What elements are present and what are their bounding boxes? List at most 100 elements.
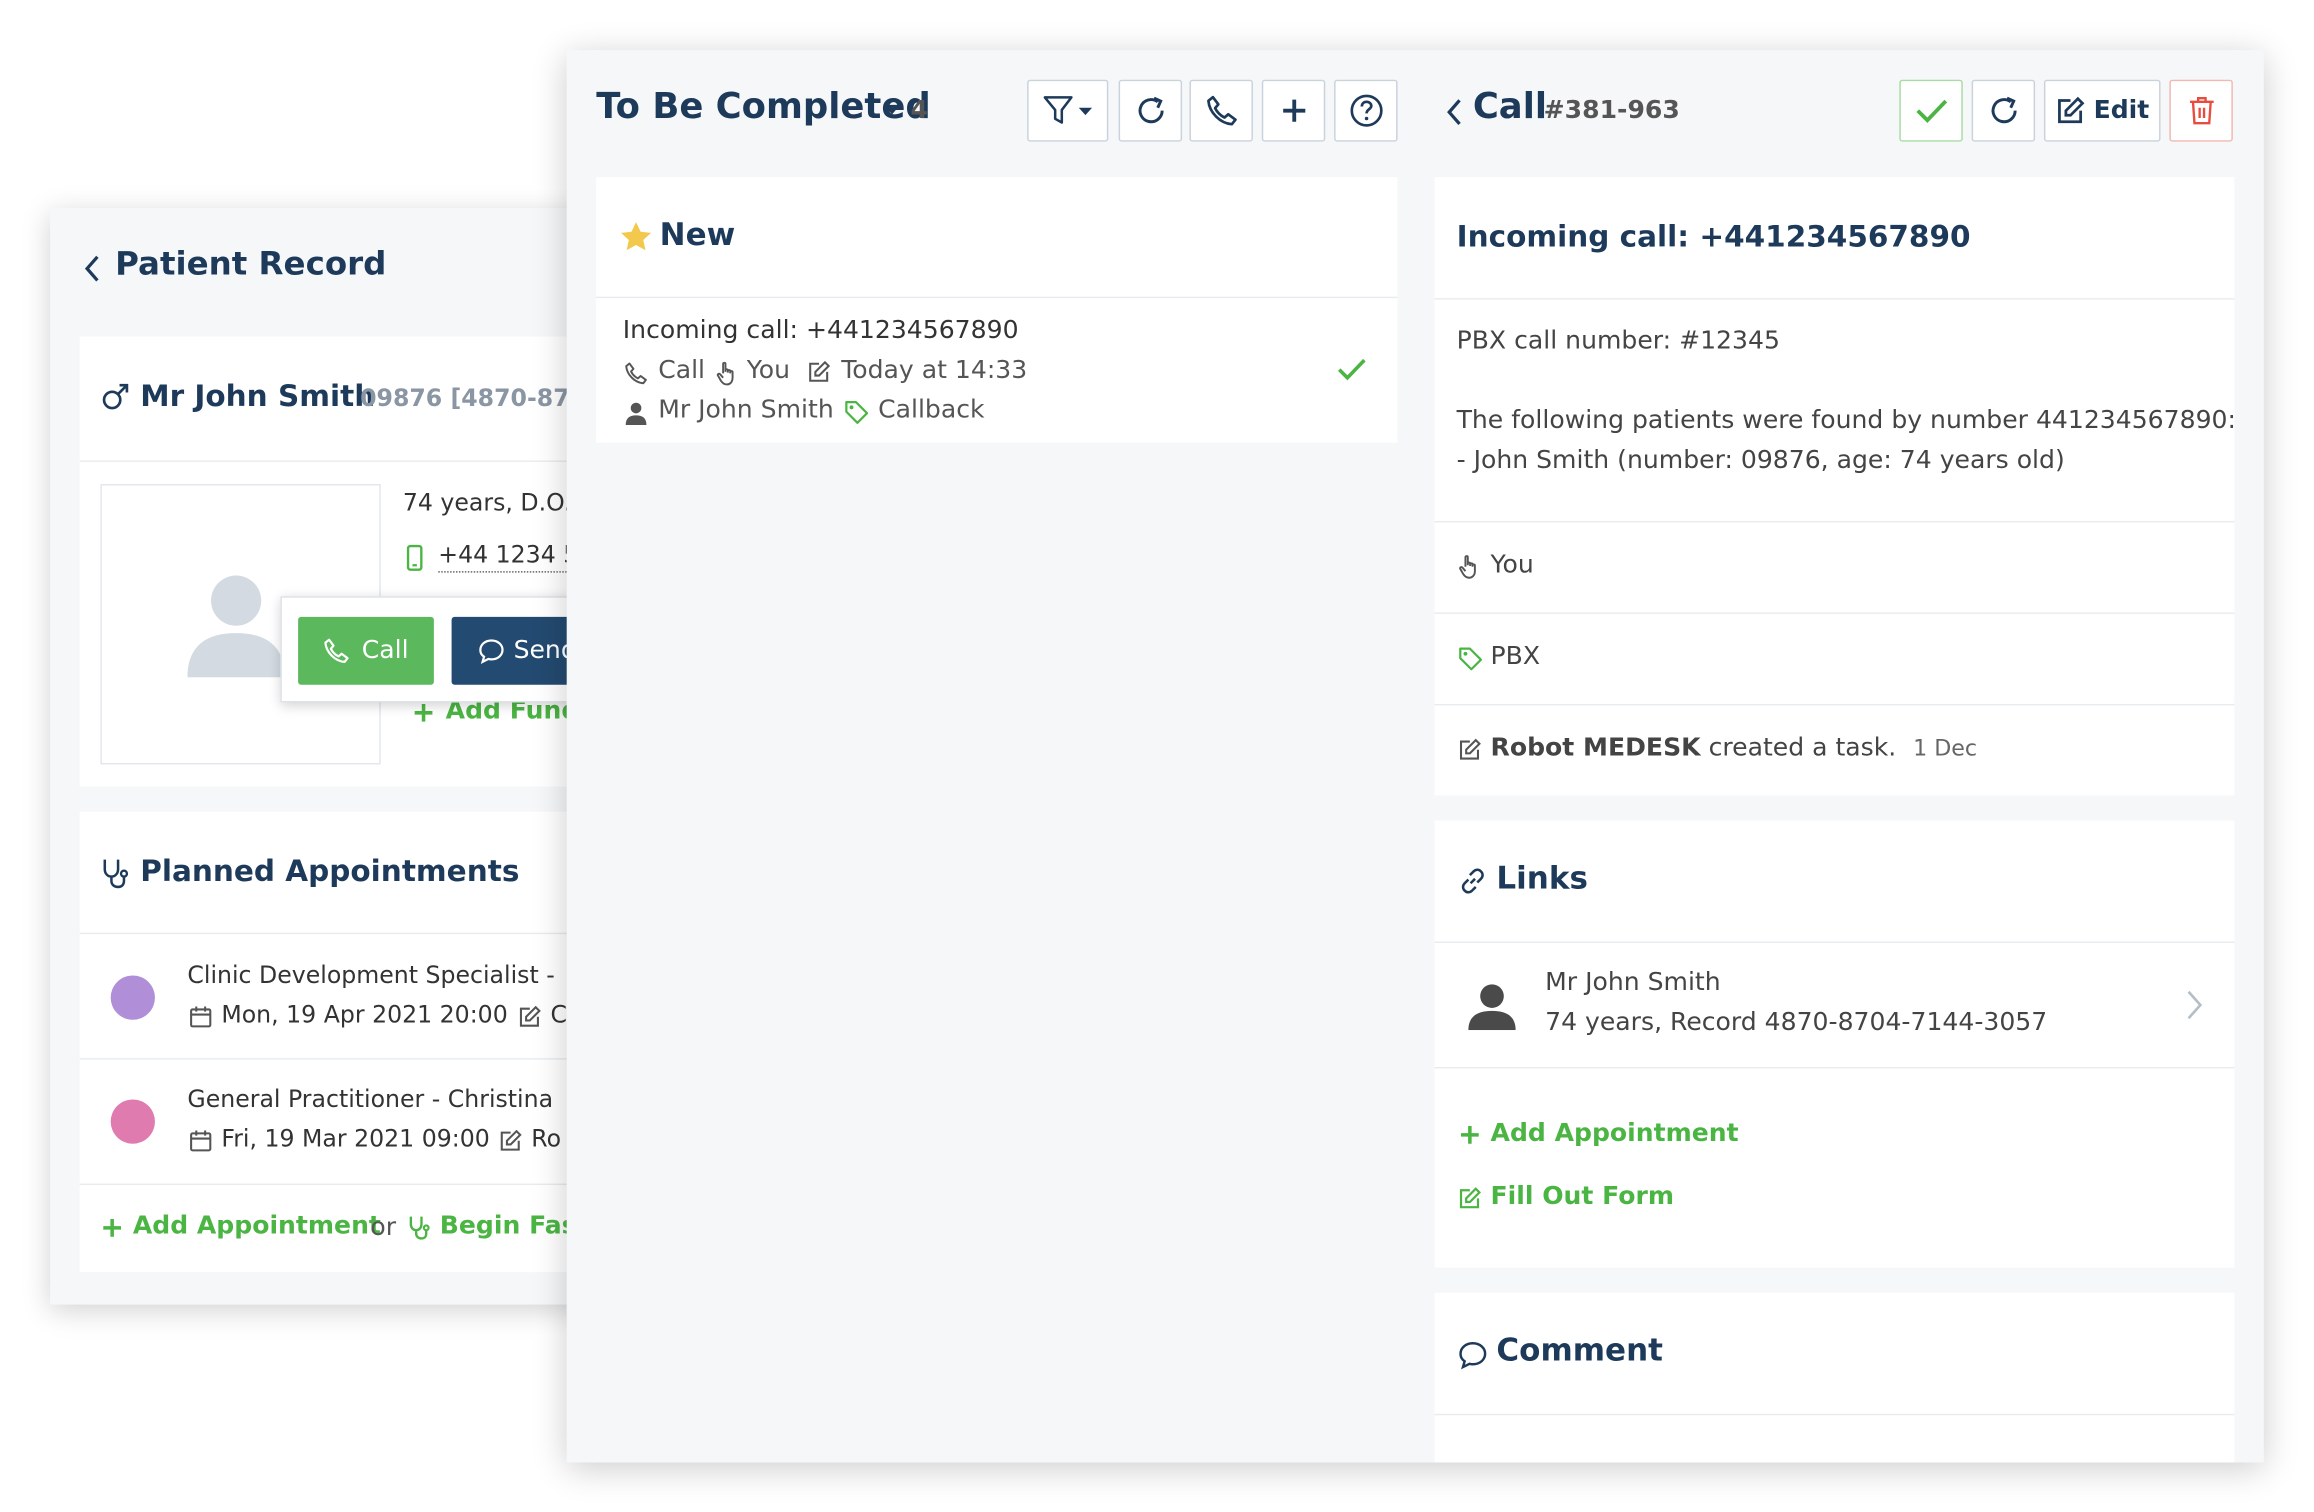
edit-icon (499, 1129, 523, 1153)
call-button[interactable]: Call (298, 616, 434, 685)
help-icon (1348, 93, 1383, 128)
tasks-panel: To Be Completed 4 New Incoming call: +44… (566, 50, 2264, 1463)
complete-button[interactable] (1899, 79, 1963, 142)
patient-name: Mr John Smith (140, 377, 376, 414)
call-number: #381-963 (1543, 95, 1680, 126)
tag-icon (1458, 646, 1483, 671)
fill-out-form-link[interactable]: Fill Out Form (1491, 1182, 1674, 1212)
edit-button[interactable]: Edit (2043, 79, 2161, 142)
task-item[interactable]: Incoming call: +441234567890 Call You To… (596, 298, 1397, 443)
trash-icon (2188, 96, 2215, 126)
delete-button[interactable] (2169, 79, 2233, 142)
plus-icon (1460, 1125, 1481, 1146)
check-icon[interactable] (1337, 357, 1367, 381)
linked-patient[interactable]: Mr John Smith 74 years, Record 4870-8704… (1434, 943, 2234, 1067)
appointments-title: Planned Appointments (140, 852, 520, 889)
chat-icon (1458, 1340, 1488, 1370)
call-button-label: Call (361, 636, 409, 666)
call-heading: Incoming call: +441234567890 (1456, 218, 1971, 254)
task-type: Call (658, 355, 706, 386)
calendar-icon (189, 1005, 213, 1029)
back-chevron-icon[interactable] (1445, 97, 1463, 127)
task-group-label: New (659, 216, 736, 253)
stethoscope-icon (100, 857, 130, 889)
comment-title: Comment (1496, 1332, 1663, 1369)
star-icon (620, 221, 652, 252)
add-appointment-link[interactable]: Add Appointment (133, 1212, 381, 1242)
task-patient[interactable]: Mr John Smith (658, 396, 834, 426)
refresh-button[interactable] (1118, 79, 1183, 142)
pbx-number: PBX call number: #12345 (1456, 326, 1780, 356)
plus-icon (1280, 97, 1307, 124)
appointment-title: Clinic Development Specialist - (187, 960, 555, 989)
appointment-extra: C (550, 1000, 567, 1029)
male-icon (100, 382, 130, 412)
history-author: Robot MEDESK (1490, 733, 1701, 763)
appointment-extra: Ro (531, 1124, 562, 1153)
patient-phone[interactable]: +44 1234 5 (438, 540, 579, 573)
calendar-icon (189, 1129, 213, 1153)
edit-icon (1458, 1187, 1482, 1211)
appointment-color-dot (110, 975, 155, 1020)
caret-down-icon[interactable] (883, 104, 901, 115)
filter-button[interactable] (1027, 79, 1109, 142)
refresh-icon (1987, 94, 2019, 126)
task-title: Incoming call: +441234567890 (622, 315, 1019, 346)
comment-card: Comment (1434, 1292, 2235, 1463)
call-detail-card: Incoming call: +441234567890 PBX call nu… (1434, 177, 2236, 796)
back-chevron-icon[interactable] (83, 252, 101, 284)
task-list-title-text: To Be Completed (596, 85, 931, 127)
tag-icon (844, 400, 869, 425)
links-card: Links Mr John Smith 74 years, Record 487… (1434, 820, 2235, 1268)
history-date: 1 Dec (1913, 734, 1978, 762)
add-appointment-link[interactable]: Add Appointment (1491, 1119, 1739, 1149)
task-count: 4 (910, 95, 929, 126)
or-text: or (370, 1213, 397, 1243)
check-icon (1915, 97, 1947, 124)
user-icon (1467, 983, 1517, 1031)
phone-icon (624, 362, 648, 386)
hand-icon (716, 360, 740, 387)
edit-button-label: Edit (2093, 95, 2150, 126)
found-patient-item: - John Smith (number: 09876, age: 74 yea… (1456, 445, 2065, 476)
mobile-icon (406, 544, 424, 572)
link-icon (1458, 866, 1488, 896)
avatar-placeholder-icon (184, 571, 287, 678)
task-time: Today at 14:33 (841, 355, 1028, 386)
call-title: Call (1472, 85, 1547, 127)
plus-icon (102, 1218, 123, 1239)
task-tag: Callback (878, 395, 985, 426)
edit-icon (2055, 96, 2085, 126)
refresh-icon (1134, 94, 1166, 126)
task-list-title[interactable]: To Be Completed (596, 86, 931, 127)
hand-icon (1458, 553, 1482, 580)
plus-icon (413, 702, 434, 723)
add-task-button[interactable] (1261, 79, 1326, 142)
edit-icon (807, 360, 831, 384)
edit-icon (1458, 738, 1482, 762)
task-group-card: New Incoming call: +441234567890 Call Yo… (596, 177, 1398, 443)
chevron-right-icon (2186, 989, 2204, 1021)
found-patients-text: The following patients were found by num… (1456, 405, 2236, 436)
patient-age-dob: 74 years, D.O. (402, 488, 572, 517)
refresh-button[interactable] (1971, 79, 2036, 142)
task-assignee: You (746, 355, 790, 386)
edit-icon (518, 1005, 542, 1029)
stethoscope-icon (407, 1215, 431, 1242)
appointment-title: General Practitioner - Christina (187, 1084, 554, 1113)
task-tag: PBX (1490, 641, 1541, 672)
links-title: Links (1496, 860, 1588, 896)
chat-icon (478, 638, 505, 665)
filter-icon (1042, 94, 1093, 126)
history-entry: Robot MEDESK created a task. 1 Dec (1491, 733, 1978, 763)
history-text: created a task. (1708, 733, 1897, 763)
appointment-date: Mon, 19 Apr 2021 20:00 (221, 1000, 508, 1029)
phone-icon (1205, 94, 1237, 126)
page-title: Patient Record (115, 246, 387, 284)
user-icon (624, 401, 648, 426)
appointment-date: Fri, 19 Mar 2021 09:00 (221, 1124, 490, 1153)
phone-button[interactable] (1189, 79, 1253, 142)
help-button[interactable] (1334, 79, 1398, 142)
phone-icon (323, 638, 350, 665)
linked-patient-name: Mr John Smith (1545, 968, 1721, 998)
